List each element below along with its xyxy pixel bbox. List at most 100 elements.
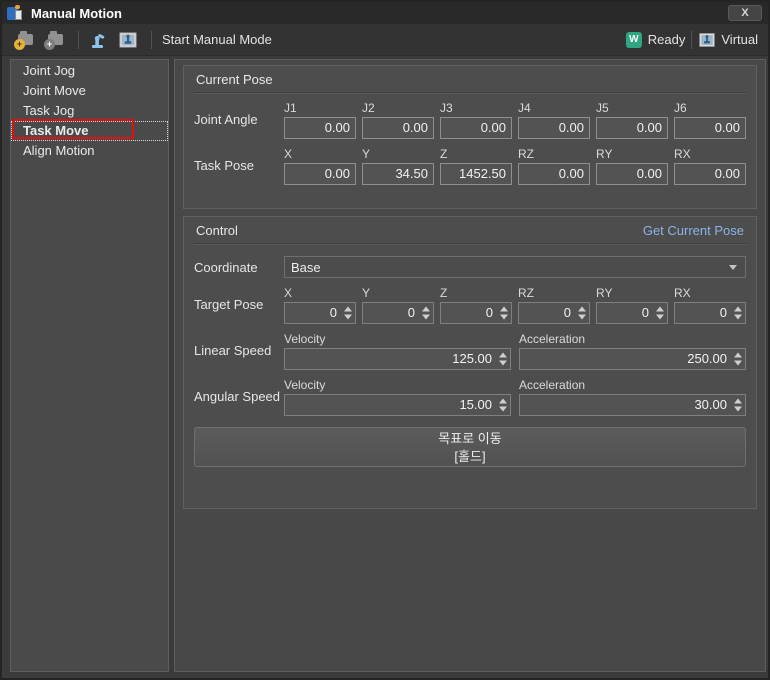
angular-acceleration-input[interactable]: 30.00	[519, 394, 746, 416]
sidebar-item-label: Task Jog	[23, 103, 74, 118]
sidebar-item-joint-move[interactable]: Joint Move	[11, 81, 168, 101]
close-button[interactable]: X	[728, 5, 762, 21]
servo-off-icon: +	[44, 29, 66, 51]
robot-arm-icon	[88, 30, 108, 50]
sidebar-item-task-jog[interactable]: Task Jog	[11, 101, 168, 121]
get-current-pose-link[interactable]: Get Current Pose	[643, 223, 744, 238]
servo-on-icon: +	[14, 29, 36, 51]
ready-status-label: Ready	[648, 32, 686, 47]
start-manual-mode-button[interactable]: Start Manual Mode	[162, 32, 272, 47]
spin-up-icon[interactable]	[656, 307, 664, 312]
toolbar-status-area: W Ready Virtual	[626, 31, 758, 49]
spin-down-icon[interactable]	[578, 315, 586, 320]
spin-up-icon[interactable]	[500, 307, 508, 312]
target-ry-input[interactable]: 0	[596, 302, 668, 324]
spinner-buttons[interactable]	[734, 353, 742, 366]
target-rx-input[interactable]: 0	[674, 302, 746, 324]
spin-down-icon[interactable]	[734, 361, 742, 366]
sidebar-item-joint-jog[interactable]: Joint Jog	[11, 61, 168, 81]
servo-power-off-button[interactable]: +	[42, 27, 68, 53]
sidebar-item-task-move[interactable]: Task Move	[11, 121, 168, 141]
joint-j3-field[interactable]: 0.00	[440, 117, 512, 139]
spin-up-icon[interactable]	[578, 307, 586, 312]
virtual-robot-button[interactable]	[115, 27, 141, 53]
linear-acceleration-input[interactable]: 250.00	[519, 348, 746, 370]
spinner-buttons[interactable]	[499, 399, 507, 412]
joint-j4-field[interactable]: 0.00	[518, 117, 590, 139]
spin-up-icon[interactable]	[734, 307, 742, 312]
ready-status-icon: W	[626, 32, 642, 48]
joint-j6-field[interactable]: 0.00	[674, 117, 746, 139]
spinner-buttons[interactable]	[499, 353, 507, 366]
column-label-rz: RZ	[518, 146, 590, 163]
column-label-rx: RX	[674, 285, 746, 302]
spin-down-icon[interactable]	[500, 315, 508, 320]
spinner-buttons[interactable]	[344, 307, 352, 320]
joint-j5-field[interactable]: 0.00	[596, 117, 668, 139]
sidebar: Joint Jog Joint Move Task Jog Task Move …	[10, 59, 169, 672]
servo-power-on-button[interactable]: +	[12, 27, 38, 53]
linear-velocity-input[interactable]: 125.00	[284, 348, 511, 370]
column-label-j6: J6	[674, 100, 746, 117]
spin-down-icon[interactable]	[344, 315, 352, 320]
target-x-input[interactable]: 0	[284, 302, 356, 324]
chevron-down-icon	[729, 265, 737, 270]
target-y-input[interactable]: 0	[362, 302, 434, 324]
spin-down-icon[interactable]	[734, 407, 742, 412]
spinner-buttons[interactable]	[734, 399, 742, 412]
column-label-ry: RY	[596, 285, 668, 302]
task-y-field[interactable]: 34.50	[362, 163, 434, 185]
move-to-target-button[interactable]: 목표로 이동 [홀드]	[194, 427, 746, 467]
column-label-z: Z	[440, 146, 512, 163]
spinner-buttons[interactable]	[578, 307, 586, 320]
sidebar-item-label: Joint Move	[23, 83, 86, 98]
spin-down-icon[interactable]	[656, 315, 664, 320]
move-to-target-line1: 목표로 이동	[438, 430, 501, 447]
target-rz-input[interactable]: 0	[518, 302, 590, 324]
spin-up-icon[interactable]	[499, 399, 507, 404]
spin-up-icon[interactable]	[734, 353, 742, 358]
column-label-j4: J4	[518, 100, 590, 117]
toolbar-separator	[151, 31, 152, 49]
angular-speed-label: Angular Speed	[194, 377, 284, 416]
target-z-input[interactable]: 0	[440, 302, 512, 324]
joint-j1-field[interactable]: 0.00	[284, 117, 356, 139]
spin-up-icon[interactable]	[422, 307, 430, 312]
task-rx-field[interactable]: 0.00	[674, 163, 746, 185]
spin-up-icon[interactable]	[499, 353, 507, 358]
linear-speed-row: Linear Speed Velocity 125.00 Acceleratio…	[194, 331, 746, 370]
spin-down-icon[interactable]	[422, 315, 430, 320]
group-title: Current Pose	[196, 72, 273, 87]
group-title: Control	[196, 223, 238, 238]
task-ry-field[interactable]: 0.00	[596, 163, 668, 185]
sidebar-item-label: Joint Jog	[23, 63, 75, 78]
joint-j2-field[interactable]: 0.00	[362, 117, 434, 139]
joint-angle-label: Joint Angle	[194, 100, 284, 139]
task-rz-field[interactable]: 0.00	[518, 163, 590, 185]
angular-velocity-input[interactable]: 15.00	[284, 394, 511, 416]
task-x-field[interactable]: 0.00	[284, 163, 356, 185]
virtual-mode-label: Virtual	[721, 32, 758, 47]
coordinate-label: Coordinate	[194, 260, 284, 275]
spin-down-icon[interactable]	[734, 315, 742, 320]
spinner-buttons[interactable]	[500, 307, 508, 320]
sidebar-item-align-motion[interactable]: Align Motion	[11, 141, 168, 161]
task-pose-row: Task Pose X0.00 Y34.50 Z1452.50 RZ0.00 R…	[194, 146, 746, 185]
acceleration-label: Acceleration	[519, 331, 746, 348]
spin-down-icon[interactable]	[499, 407, 507, 412]
main-panel: Current Pose Joint Angle J10.00 J20.00 J…	[174, 59, 766, 672]
target-pose-label: Target Pose	[194, 285, 284, 324]
spinner-buttons[interactable]	[422, 307, 430, 320]
toolbar-separator	[78, 31, 79, 49]
titlebar: Manual Motion X	[2, 2, 768, 24]
real-robot-button[interactable]	[85, 27, 111, 53]
coordinate-select[interactable]: Base	[284, 256, 746, 278]
spin-down-icon[interactable]	[499, 361, 507, 366]
task-z-field[interactable]: 1452.50	[440, 163, 512, 185]
linear-speed-label: Linear Speed	[194, 331, 284, 370]
spin-up-icon[interactable]	[734, 399, 742, 404]
coordinate-row: Coordinate Base	[194, 256, 746, 278]
spin-up-icon[interactable]	[344, 307, 352, 312]
spinner-buttons[interactable]	[734, 307, 742, 320]
spinner-buttons[interactable]	[656, 307, 664, 320]
